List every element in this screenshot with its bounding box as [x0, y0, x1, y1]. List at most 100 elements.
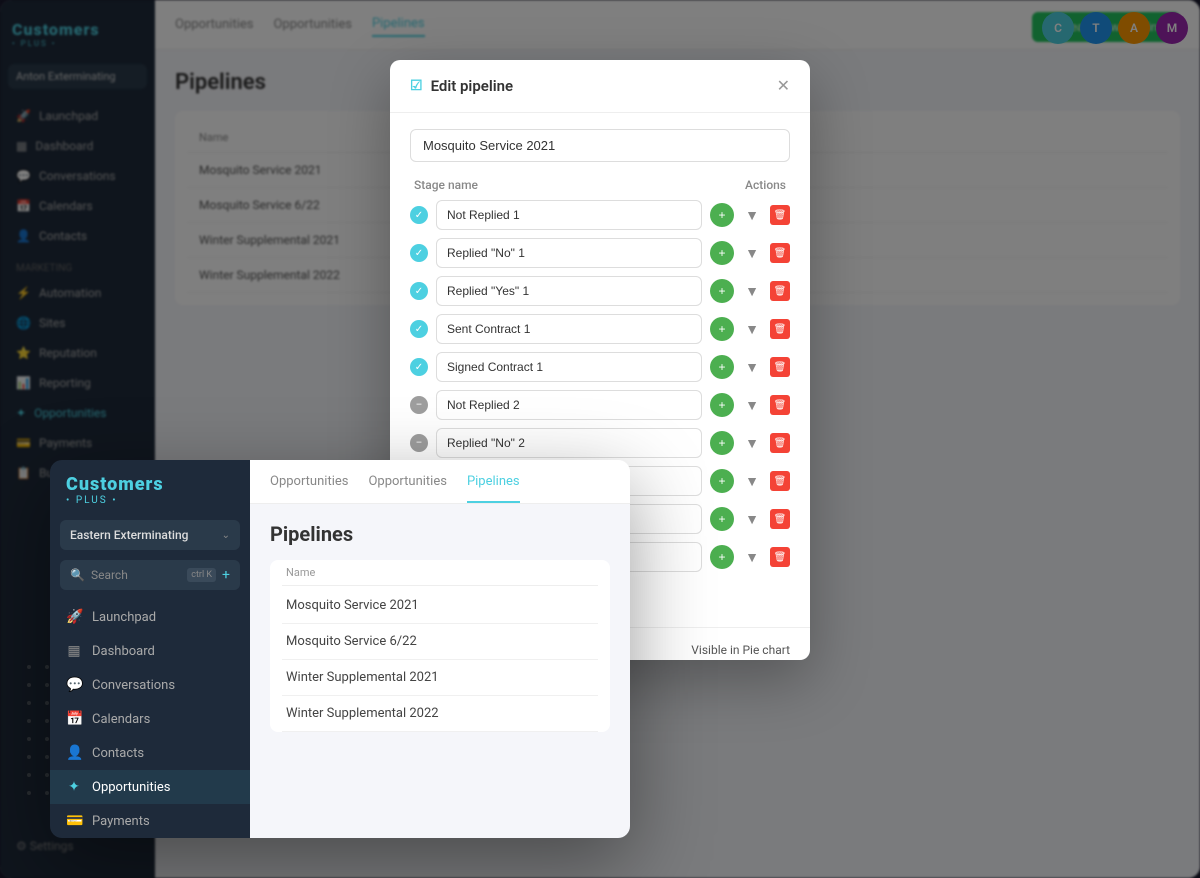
- stage-add-btn-3[interactable]: +: [710, 279, 734, 303]
- stage-actions-9: + ▼ 🗑: [710, 507, 790, 531]
- stage-filter-btn-8[interactable]: ▼: [740, 469, 764, 493]
- stage-input-3[interactable]: [436, 276, 702, 306]
- floating-logo: Customers • PLUS •: [50, 460, 250, 520]
- floating-search-plus-icon: +: [222, 567, 230, 583]
- stage-delete-btn-10[interactable]: 🗑: [770, 547, 790, 567]
- floating-nav-calendars[interactable]: 📅 Calendars: [50, 702, 250, 736]
- modal-close-button[interactable]: ✕: [777, 76, 790, 96]
- floating-nav-opportunities-label: Opportunities: [92, 780, 170, 795]
- stage-actions-3: + ▼ 🗑: [710, 279, 790, 303]
- stage-actions-5: + ▼ 🗑: [710, 355, 790, 379]
- floating-content: Pipelines Name Mosquito Service 2021 Mos…: [250, 504, 630, 750]
- stage-add-btn-2[interactable]: +: [710, 241, 734, 265]
- stage-row-2: ✓ + ▼ 🗑: [410, 238, 790, 268]
- floating-nav-contacts-label: Contacts: [92, 746, 144, 761]
- stage-actions-4: + ▼ 🗑: [710, 317, 790, 341]
- stage-headers: Stage name Actions: [410, 178, 790, 192]
- actions-label: Actions: [745, 178, 786, 192]
- stage-filter-btn-9[interactable]: ▼: [740, 507, 764, 531]
- opportunities-icon: ✦: [66, 779, 82, 795]
- stage-check-1: ✓: [410, 206, 428, 224]
- stage-filter-btn-2[interactable]: ▼: [740, 241, 764, 265]
- floating-nav-conversations-label: Conversations: [92, 678, 175, 693]
- stage-input-1[interactable]: [436, 200, 702, 230]
- conversations-icon: 💬: [66, 677, 82, 693]
- payments-icon: 💳: [66, 813, 82, 829]
- stage-actions-10: + ▼ 🗑: [710, 545, 790, 569]
- stage-filter-btn-5[interactable]: ▼: [740, 355, 764, 379]
- modal-header: ☑ Edit pipeline ✕: [390, 60, 810, 113]
- stage-input-2[interactable]: [436, 238, 702, 268]
- floating-tab-opportunities2[interactable]: Opportunities: [368, 474, 446, 503]
- stage-delete-btn-7[interactable]: 🗑: [770, 433, 790, 453]
- stage-input-7[interactable]: [436, 428, 702, 458]
- pipeline-name-input[interactable]: [410, 129, 790, 162]
- stage-actions-2: + ▼ 🗑: [710, 241, 790, 265]
- floating-nav-payments[interactable]: 💳 Payments: [50, 804, 250, 838]
- stage-row-6: – + ▼ 🗑: [410, 390, 790, 420]
- floating-panel: Customers • PLUS • Eastern Exterminating…: [50, 460, 630, 838]
- floating-tab-opportunities1[interactable]: Opportunities: [270, 474, 348, 503]
- floating-page-title: Pipelines: [270, 522, 610, 546]
- stage-add-btn-5[interactable]: +: [710, 355, 734, 379]
- stage-delete-btn-5[interactable]: 🗑: [770, 357, 790, 377]
- stage-delete-btn-6[interactable]: 🗑: [770, 395, 790, 415]
- contacts-icon: 👤: [66, 745, 82, 761]
- stage-delete-btn-3[interactable]: 🗑: [770, 281, 790, 301]
- stage-filter-btn-10[interactable]: ▼: [740, 545, 764, 569]
- stage-delete-btn-2[interactable]: 🗑: [770, 243, 790, 263]
- stage-filter-btn-6[interactable]: ▼: [740, 393, 764, 417]
- launchpad-icon: 🚀: [66, 609, 82, 625]
- stage-check-6: –: [410, 396, 428, 414]
- stage-filter-btn-3[interactable]: ▼: [740, 279, 764, 303]
- floating-search-kbd: ctrl K: [187, 568, 216, 582]
- stage-actions-1: + ▼ 🗑: [710, 203, 790, 227]
- stage-row-4: ✓ + ▼ 🗑: [410, 314, 790, 344]
- stage-add-btn-10[interactable]: +: [710, 545, 734, 569]
- stage-input-5[interactable]: [436, 352, 702, 382]
- floating-nav-opportunities[interactable]: ✦ Opportunities: [50, 770, 250, 804]
- stage-add-btn-7[interactable]: +: [710, 431, 734, 455]
- stage-delete-btn-4[interactable]: 🗑: [770, 319, 790, 339]
- stage-delete-btn-8[interactable]: 🗑: [770, 471, 790, 491]
- floating-row-2: Mosquito Service 6/22: [282, 624, 598, 660]
- floating-main: Opportunities Opportunities Pipelines Pi…: [250, 460, 630, 838]
- floating-nav-contacts[interactable]: 👤 Contacts: [50, 736, 250, 770]
- stage-add-btn-9[interactable]: +: [710, 507, 734, 531]
- stage-input-4[interactable]: [436, 314, 702, 344]
- stage-filter-btn-1[interactable]: ▼: [740, 203, 764, 227]
- floating-row-3: Winter Supplemental 2021: [282, 660, 598, 696]
- floating-company-selector[interactable]: Eastern Exterminating ⌄: [60, 520, 240, 550]
- stage-actions-6: + ▼ 🗑: [710, 393, 790, 417]
- stage-filter-btn-4[interactable]: ▼: [740, 317, 764, 341]
- dashboard-icon: ▦: [66, 643, 82, 659]
- stage-add-btn-1[interactable]: +: [710, 203, 734, 227]
- stage-row-1: ✓ + ▼ 🗑: [410, 200, 790, 230]
- floating-sidebar: Customers • PLUS • Eastern Exterminating…: [50, 460, 250, 838]
- stage-filter-btn-7[interactable]: ▼: [740, 431, 764, 455]
- calendars-icon: 📅: [66, 711, 82, 727]
- stage-actions-7: + ▼ 🗑: [710, 431, 790, 455]
- floating-nav-dashboard[interactable]: ▦ Dashboard: [50, 634, 250, 668]
- edit-icon: ☑: [410, 78, 423, 94]
- floating-nav-calendars-label: Calendars: [92, 712, 150, 727]
- floating-search-icon: 🔍: [70, 568, 85, 582]
- floating-logo-text: Customers: [66, 474, 164, 495]
- stage-check-5: ✓: [410, 358, 428, 376]
- floating-nav-conversations[interactable]: 💬 Conversations: [50, 668, 250, 702]
- floating-topbar: Opportunities Opportunities Pipelines: [250, 460, 630, 504]
- floating-nav-launchpad-label: Launchpad: [92, 610, 156, 625]
- floating-tab-pipelines[interactable]: Pipelines: [467, 474, 520, 503]
- stage-delete-btn-1[interactable]: 🗑: [770, 205, 790, 225]
- stage-add-btn-6[interactable]: +: [710, 393, 734, 417]
- pie-chart-label: Visible in Pie chart: [691, 643, 790, 657]
- floating-nav-launchpad[interactable]: 🚀 Launchpad: [50, 600, 250, 634]
- floating-search-bar[interactable]: 🔍 Search ctrl K +: [60, 560, 240, 590]
- stage-check-7: –: [410, 434, 428, 452]
- floating-company-arrow-icon: ⌄: [222, 530, 230, 541]
- floating-row-1: Mosquito Service 2021: [282, 588, 598, 624]
- stage-delete-btn-9[interactable]: 🗑: [770, 509, 790, 529]
- stage-add-btn-4[interactable]: +: [710, 317, 734, 341]
- stage-add-btn-8[interactable]: +: [710, 469, 734, 493]
- stage-input-6[interactable]: [436, 390, 702, 420]
